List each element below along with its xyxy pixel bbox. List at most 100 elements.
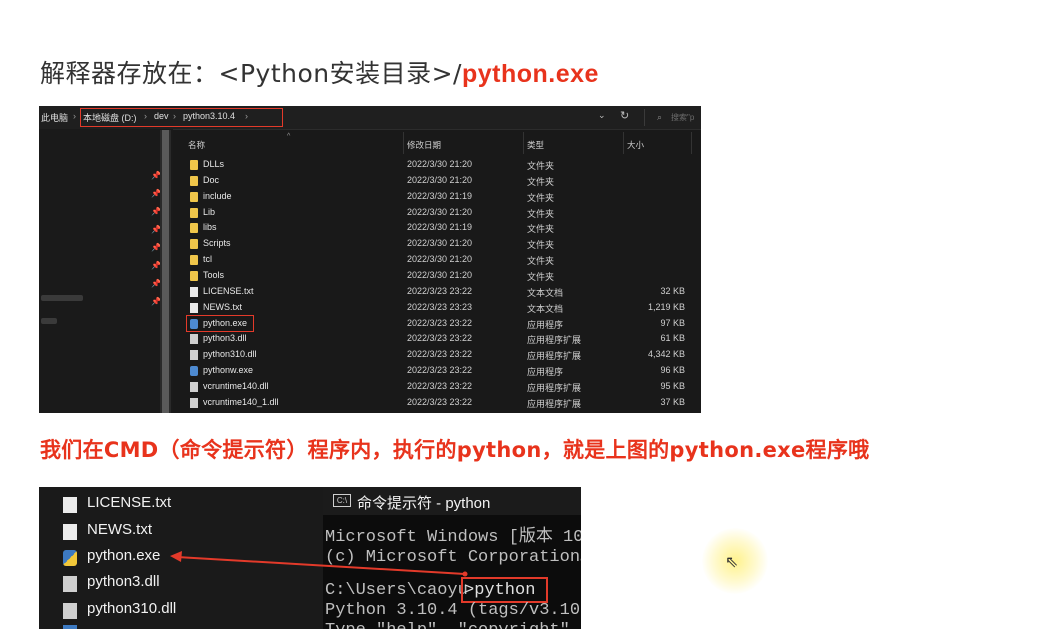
file-explorer-window: 此电脑 › 本地磁盘 (D:) › dev › python3.10.4 › ⌄… bbox=[39, 106, 701, 413]
file-row[interactable]: LICENSE.txt 2022/3/23 23:22 文本文档 32 KB bbox=[183, 284, 693, 300]
column-date[interactable]: 修改日期 bbox=[407, 139, 441, 151]
file-name: libs bbox=[203, 222, 217, 233]
file-name: pythonw.exe bbox=[203, 365, 254, 376]
cmd-window[interactable]: C:\ 命令提示符 - python Microsoft Windows [版本… bbox=[323, 487, 581, 629]
column-divider[interactable] bbox=[623, 132, 624, 154]
file-row[interactable]: Lib 2022/3/30 21:20 文件夹 bbox=[183, 205, 693, 221]
file-type: 文件夹 bbox=[527, 161, 555, 171]
column-name[interactable]: 名称 bbox=[188, 139, 205, 151]
file-date: 2022/3/23 23:22 bbox=[407, 380, 473, 391]
file-row[interactable]: NEWS.txt 2022/3/23 23:23 文本文档 1,219 KB bbox=[183, 300, 693, 316]
column-size[interactable]: 大小 bbox=[627, 139, 644, 151]
python-exe-icon bbox=[63, 550, 77, 566]
nav-scrollbar-thumb[interactable] bbox=[162, 130, 169, 413]
cmd-prompt-path: C:\Users\caoyu bbox=[325, 581, 468, 600]
folder-icon bbox=[190, 255, 198, 266]
file-date: 2022/3/23 23:22 bbox=[407, 349, 473, 360]
file-type: 文本文档 bbox=[527, 303, 564, 314]
dll-icon bbox=[190, 334, 198, 345]
file-name: NEWS.txt bbox=[203, 301, 243, 312]
column-divider[interactable] bbox=[523, 132, 524, 154]
breadcrumb-python-folder[interactable]: python3.10.4 bbox=[183, 111, 235, 121]
file-size: 95 KB bbox=[660, 380, 685, 391]
file-date: 2022/3/30 21:19 bbox=[407, 222, 473, 233]
file-type: 文本文档 bbox=[527, 287, 564, 298]
cmd-line: Python 3.10.4 (tags/v3.10. bbox=[325, 601, 581, 620]
file-name: Tools bbox=[203, 269, 225, 280]
refresh-icon[interactable]: ↻ bbox=[620, 109, 629, 122]
file-type: 应用程序扩展 bbox=[527, 335, 582, 346]
text-file-icon bbox=[190, 302, 198, 313]
file-type: 文件夹 bbox=[527, 224, 555, 235]
file-date: 2022/3/30 21:20 bbox=[407, 269, 473, 280]
file-type: 文件夹 bbox=[527, 240, 555, 251]
file-row[interactable]: include 2022/3/30 21:19 文件夹 bbox=[183, 189, 693, 205]
chevron-down-icon[interactable]: ⌄ bbox=[598, 110, 606, 121]
file-type: 文件夹 bbox=[527, 256, 555, 267]
address-bar[interactable]: 此电脑 › 本地磁盘 (D:) › dev › python3.10.4 › ⌄… bbox=[39, 106, 701, 130]
file-row[interactable]: Tools 2022/3/30 21:20 文件夹 bbox=[183, 268, 693, 284]
file-date: 2022/3/30 21:20 bbox=[407, 238, 473, 249]
cmd-title-bar[interactable]: C:\ 命令提示符 - python bbox=[323, 487, 581, 515]
file-name: Lib bbox=[203, 206, 216, 217]
file-row[interactable]: python310.dll 2022/3/23 23:22 应用程序扩展 4,342 … bbox=[183, 347, 693, 363]
file-date: 2022/3/23 23:23 bbox=[407, 301, 473, 312]
python-exe-icon bbox=[63, 625, 77, 629]
python-exe-highlight-box bbox=[186, 314, 254, 332]
text-file-icon bbox=[190, 286, 198, 297]
file-row[interactable]: pythonw.exe 2022/3/23 23:22 应用程序 96 KB bbox=[183, 363, 693, 379]
file-name: DLLs bbox=[203, 159, 225, 169]
file-row[interactable]: vcruntime140.dll 2022/3/23 23:22 应用程序扩展 95 … bbox=[183, 379, 693, 395]
search-placeholder: 搜索"p bbox=[671, 113, 695, 122]
column-header: 名称 ^ 修改日期 类型 大小 bbox=[175, 132, 701, 156]
file-row[interactable]: python3.dll 2022/3/23 23:22 应用程序扩展 61 KB bbox=[183, 331, 693, 347]
cmd-icon: C:\ bbox=[333, 494, 351, 507]
file-row[interactable]: vcruntime140_1.dll 2022/3/23 23:22 应用程序扩展 3… bbox=[183, 395, 693, 411]
file-row[interactable]: libs 2022/3/30 21:19 文件夹 bbox=[183, 220, 693, 236]
file-row[interactable]: Scripts 2022/3/30 21:20 文件夹 bbox=[183, 236, 693, 252]
file-size: 37 KB bbox=[660, 396, 685, 407]
file-size: 32 KB bbox=[660, 285, 685, 296]
search-icon: ⌕ bbox=[657, 112, 663, 122]
file-row[interactable]: tcl 2022/3/30 21:20 文件夹 bbox=[183, 252, 693, 268]
file-row[interactable]: Doc 2022/3/30 21:20 文件夹 bbox=[183, 173, 693, 189]
breadcrumb-dev[interactable]: dev bbox=[154, 111, 169, 121]
file-type: 文件夹 bbox=[527, 192, 555, 203]
column-divider[interactable] bbox=[403, 132, 404, 154]
breadcrumb-separator-icon: › bbox=[245, 111, 248, 121]
mouse-cursor-icon: ⇖ bbox=[725, 552, 739, 571]
column-type[interactable]: 类型 bbox=[527, 139, 544, 151]
dll-icon bbox=[63, 603, 77, 619]
folder-icon bbox=[190, 207, 198, 218]
file-type: 应用程序 bbox=[527, 367, 564, 378]
breadcrumb-separator-icon: › bbox=[144, 111, 147, 121]
breadcrumb-this-pc[interactable]: 此电脑 bbox=[41, 111, 68, 124]
file-row[interactable]: python.exe 2022/3/23 23:22 应用程序 97 KB bbox=[183, 314, 693, 332]
search-input[interactable]: ⌕ 搜索"p bbox=[644, 109, 701, 126]
file-size: 97 KB bbox=[660, 317, 685, 328]
file-date: 2022/3/23 23:22 bbox=[407, 317, 473, 328]
cmd-title: 命令提示符 - python bbox=[357, 495, 491, 512]
file-name: Doc bbox=[203, 174, 220, 185]
heading-highlight: python.exe bbox=[461, 60, 599, 88]
file-type: 文件夹 bbox=[527, 208, 555, 219]
slide-heading: 解释器存放在：<Python安装目录>/python.exe bbox=[40, 54, 599, 90]
file-type: 文件夹 bbox=[527, 176, 555, 187]
folder-icon bbox=[190, 223, 198, 234]
file-size: 61 KB bbox=[660, 333, 685, 344]
column-divider[interactable] bbox=[691, 132, 692, 154]
breadcrumb-separator-icon: › bbox=[73, 111, 76, 121]
file-size: 1,219 KB bbox=[647, 301, 685, 312]
blurred-nav-item bbox=[41, 318, 57, 324]
bottom-screenshot: LICENSE.txt NEWS.txt python.exe python3.… bbox=[39, 487, 581, 629]
file-type: 文件夹 bbox=[527, 271, 555, 282]
file-row[interactable]: DLLs 2022/3/30 21:20 文件夹 bbox=[183, 157, 693, 173]
file-date: 2022/3/30 21:19 bbox=[407, 190, 473, 201]
file-date: 2022/3/30 21:20 bbox=[407, 254, 473, 265]
text-file-icon bbox=[63, 497, 77, 513]
file-date: 2022/3/23 23:22 bbox=[407, 396, 473, 407]
folder-icon bbox=[190, 175, 198, 186]
file-name: Scripts bbox=[203, 238, 231, 249]
file-name: python310.dll bbox=[203, 349, 257, 360]
file-name: LICENSE.txt bbox=[203, 285, 254, 296]
